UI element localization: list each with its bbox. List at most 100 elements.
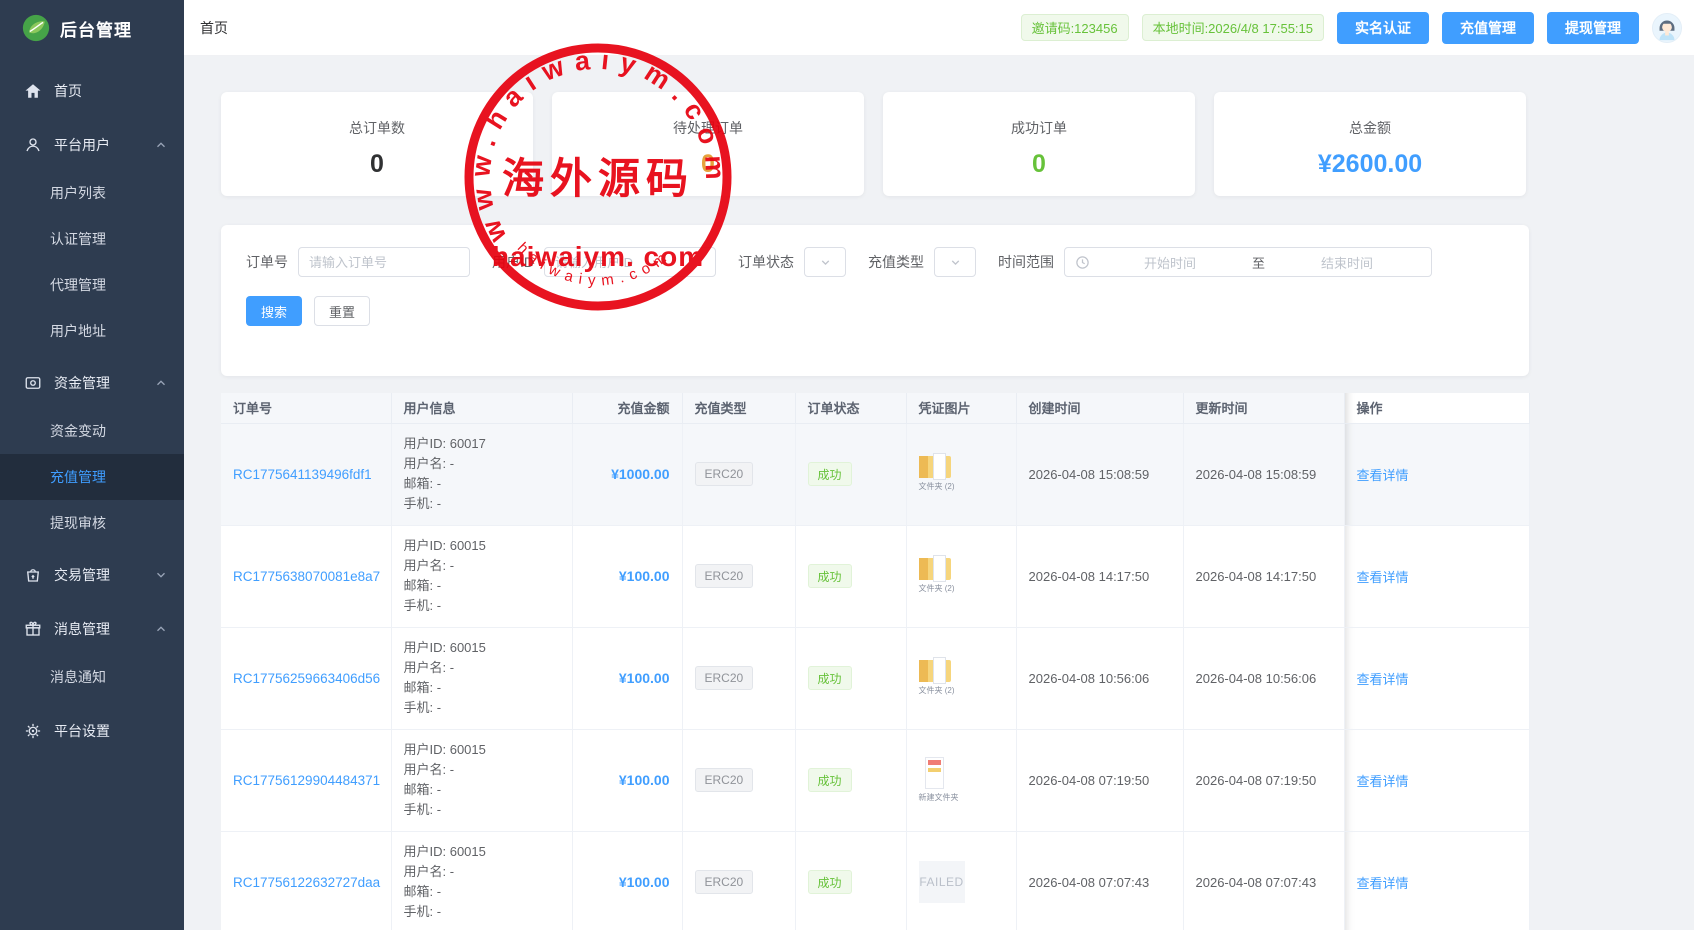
sidebar-item-auth-manage[interactable]: 认证管理 <box>0 216 184 262</box>
voucher-thumbnail[interactable]: 文件夹 (2) <box>919 660 955 696</box>
leaf-logo-icon <box>22 14 50 42</box>
user-info-line: 手机: - <box>404 494 560 514</box>
recharge-type-tag: ERC20 <box>695 462 754 486</box>
sidebar-item-user-list[interactable]: 用户列表 <box>0 170 184 216</box>
cell-amount: ¥100.00 <box>572 627 682 729</box>
cell-order-no: RC17756259663406d56 <box>221 627 391 729</box>
chevron-down-icon <box>819 256 832 269</box>
cell-updated-time: 2026-04-08 14:17:50 <box>1183 525 1344 627</box>
created-time: 2026-04-08 14:17:50 <box>1029 569 1171 584</box>
recharge-manage-button[interactable]: 充值管理 <box>1442 12 1534 44</box>
chevron-up-icon <box>154 138 168 152</box>
view-detail-link[interactable]: 查看详情 <box>1357 774 1409 789</box>
sidebar-item-recharge-manage[interactable]: 充值管理 <box>0 454 184 500</box>
sidebar-item-label: 用户地址 <box>50 321 106 341</box>
broken-image-icon <box>925 757 944 789</box>
cell-user-info: 用户ID: 60015用户名: -邮箱: -手机: - <box>391 831 572 930</box>
view-detail-link[interactable]: 查看详情 <box>1357 876 1409 891</box>
chevron-down-icon <box>949 256 962 269</box>
column-header-order-no: 订单号 <box>221 393 391 423</box>
order-no-link[interactable]: RC17756259663406d56 <box>233 671 380 686</box>
stat-cards-row: 总订单数0待处理订单0成功订单0总金额¥2600.00 <box>221 92 1529 196</box>
order-status-tag: 成功 <box>808 768 852 792</box>
recharge-type-tag: ERC20 <box>695 564 754 588</box>
avatar[interactable] <box>1652 13 1682 43</box>
gear-icon <box>24 722 42 740</box>
user-info-line: 用户名: - <box>404 760 560 780</box>
broken-image-icon <box>919 456 951 478</box>
withdraw-manage-button[interactable]: 提现管理 <box>1547 12 1639 44</box>
recharge-type-label: 充值类型 <box>868 252 924 272</box>
order-no-link[interactable]: RC17756122632727daa <box>233 875 380 890</box>
voucher-thumbnail[interactable]: 文件夹 (2) <box>919 558 955 594</box>
sidebar-item-message-manage[interactable]: 消息管理 <box>0 604 184 654</box>
app-title: 后台管理 <box>60 16 132 41</box>
reset-button[interactable]: 重置 <box>314 296 370 326</box>
user-info-line: 邮箱: - <box>404 780 560 800</box>
chevron-up-icon <box>154 622 168 636</box>
column-header-type: 充值类型 <box>682 393 795 423</box>
user-info-line: 手机: - <box>404 902 560 922</box>
user-info-line: 用户ID: 60015 <box>404 842 560 862</box>
sidebar-item-platform-users[interactable]: 平台用户 <box>0 120 184 170</box>
sidebar-item-withdraw-review[interactable]: 提现审核 <box>0 500 184 546</box>
user-id-input[interactable] <box>544 247 716 277</box>
sidebar-item-agent-manage[interactable]: 代理管理 <box>0 262 184 308</box>
recharge-amount: ¥100.00 <box>585 568 670 584</box>
order-no-label: 订单号 <box>246 252 288 272</box>
sidebar-item-funds-change[interactable]: 资金变动 <box>0 408 184 454</box>
cell-action: 查看详情 <box>1344 525 1529 627</box>
voucher-thumbnail[interactable]: 新建文件夹 <box>919 757 959 803</box>
user-info-line: 邮箱: - <box>404 678 560 698</box>
cell-action: 查看详情 <box>1344 729 1529 831</box>
sidebar-item-label: 认证管理 <box>50 229 106 249</box>
realname-auth-button[interactable]: 实名认证 <box>1337 12 1429 44</box>
view-detail-link[interactable]: 查看详情 <box>1357 672 1409 687</box>
cell-created-time: 2026-04-08 10:56:06 <box>1016 627 1183 729</box>
cell-type: ERC20 <box>682 525 795 627</box>
filter-card: 订单号 用户ID 订单状态 充值类型 <box>221 225 1529 376</box>
sidebar-item-user-address[interactable]: 用户地址 <box>0 308 184 354</box>
order-no-input[interactable] <box>298 247 470 277</box>
cell-status: 成功 <box>795 525 906 627</box>
view-detail-link[interactable]: 查看详情 <box>1357 468 1409 483</box>
table-row: RC17756129904484371用户ID: 60015用户名: -邮箱: … <box>221 729 1529 831</box>
cell-updated-time: 2026-04-08 10:56:06 <box>1183 627 1344 729</box>
cell-order-no: RC1775638070081e8a7 <box>221 525 391 627</box>
cell-updated-time: 2026-04-08 07:19:50 <box>1183 729 1344 831</box>
updated-time: 2026-04-08 10:56:06 <box>1196 671 1332 686</box>
sidebar-item-platform-settings[interactable]: 平台设置 <box>0 706 184 756</box>
stat-card-total-orders: 总订单数0 <box>221 92 533 196</box>
recharge-type-select[interactable] <box>934 247 976 277</box>
orders-table-card: 订单号用户信息充值金额充值类型订单状态凭证图片创建时间更新时间操作 RC1775… <box>221 393 1529 930</box>
sidebar-item-label: 平台设置 <box>54 721 110 741</box>
time-range-picker[interactable]: 开始时间 至 结束时间 <box>1064 247 1432 277</box>
user-info-line: 手机: - <box>404 698 560 718</box>
cell-action: 查看详情 <box>1344 831 1529 930</box>
user-info-line: 用户ID: 60015 <box>404 638 560 658</box>
voucher-failed-placeholder: FAILED <box>919 861 965 903</box>
sidebar-item-message-notice[interactable]: 消息通知 <box>0 654 184 700</box>
topbar: 首页 邀请码:123456 本地时间:2026/4/8 17:55:15 实名认… <box>184 0 1694 56</box>
sidebar-item-home[interactable]: 首页 <box>0 66 184 116</box>
sidebar-item-funds-manage[interactable]: 资金管理 <box>0 358 184 408</box>
cell-type: ERC20 <box>682 627 795 729</box>
app-logo: 后台管理 <box>0 0 184 56</box>
range-to-text: 至 <box>1244 253 1273 272</box>
order-no-link[interactable]: RC17756129904484371 <box>233 773 380 788</box>
breadcrumb: 首页 <box>200 18 228 38</box>
broken-image-icon <box>919 558 951 580</box>
sidebar-item-label: 消息管理 <box>54 619 110 639</box>
sidebar-item-label: 用户列表 <box>50 183 106 203</box>
order-status-select[interactable] <box>804 247 846 277</box>
sidebar-item-label: 消息通知 <box>50 667 106 687</box>
order-no-link[interactable]: RC1775638070081e8a7 <box>233 569 380 584</box>
search-button[interactable]: 搜索 <box>246 296 302 326</box>
order-no-link[interactable]: RC1775641139496fdf1 <box>233 467 372 482</box>
sidebar-item-trade-manage[interactable]: 交易管理 <box>0 550 184 600</box>
view-detail-link[interactable]: 查看详情 <box>1357 570 1409 585</box>
voucher-thumbnail[interactable]: 文件夹 (2) <box>919 456 955 492</box>
sidebar-item-label: 提现审核 <box>50 513 106 533</box>
cell-user-info: 用户ID: 60015用户名: -邮箱: -手机: - <box>391 627 572 729</box>
column-header-updated: 更新时间 <box>1183 393 1344 423</box>
